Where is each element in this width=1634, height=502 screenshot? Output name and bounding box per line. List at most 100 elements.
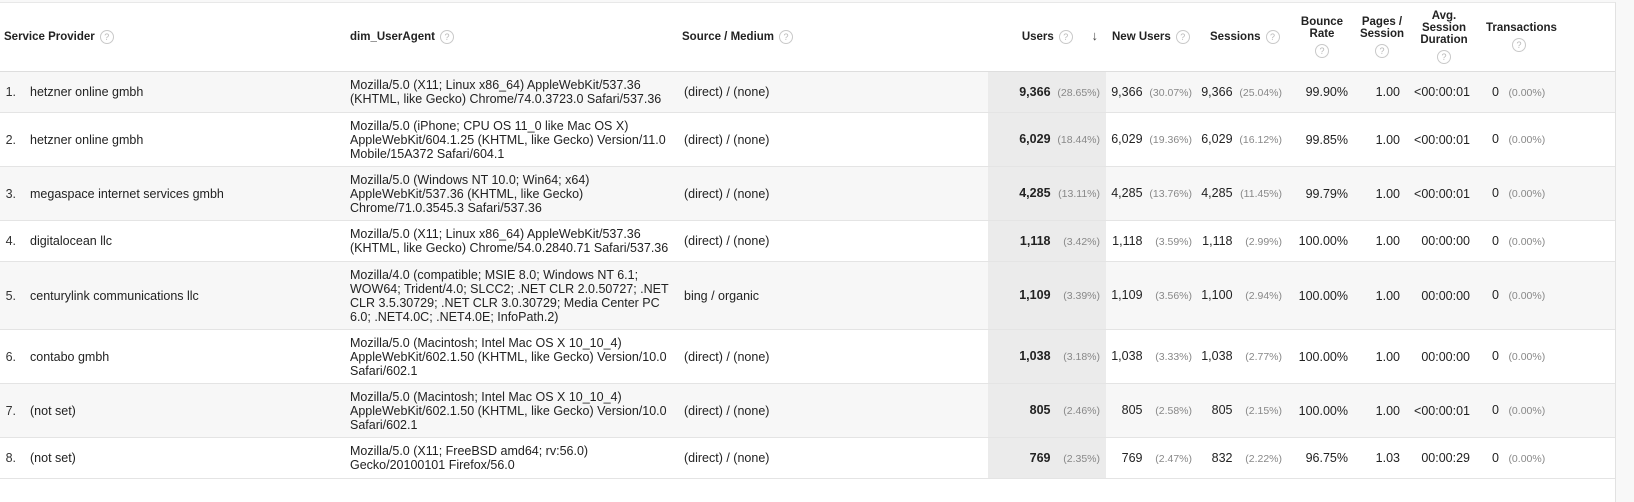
row-rank: 1. xyxy=(0,71,30,113)
source-medium-link[interactable]: bing / organic xyxy=(682,261,988,330)
transactions-percent: (0.00%) xyxy=(1508,134,1546,146)
new-users-value: 1,118 xyxy=(1112,233,1143,248)
sessions-cell: 9,366 (25.04%) xyxy=(1198,71,1288,113)
sort-descending-icon[interactable]: ↓ xyxy=(1076,29,1102,43)
header-users[interactable]: Users? ↓ xyxy=(988,3,1106,72)
header-bounce-rate[interactable]: Bounce Rate ? xyxy=(1288,3,1356,72)
source-medium-link[interactable]: (direct) / (none) xyxy=(682,166,988,221)
table-row: 4. digitalocean llc Mozilla/5.0 (X11; Li… xyxy=(0,220,1615,262)
header-source-medium[interactable]: Source / Medium? xyxy=(682,3,988,72)
user-agent-link[interactable]: Mozilla/5.0 (Windows NT 10.0; Win64; x64… xyxy=(350,166,682,221)
bounce-rate-value: 96.75% xyxy=(1288,437,1356,479)
pages-session-value: 1.00 xyxy=(1356,71,1408,113)
transactions-cell: 0 (0.00%) xyxy=(1480,71,1615,113)
user-agent-link[interactable]: Mozilla/5.0 (Macintosh; Intel Mac OS X 1… xyxy=(350,329,682,384)
transactions-cell: 0 (0.00%) xyxy=(1480,261,1615,330)
help-icon[interactable]: ? xyxy=(1175,30,1190,44)
table-header-row: Service Provider? dim_UserAgent? Source … xyxy=(0,3,1615,72)
transactions-value: 0 xyxy=(1492,233,1499,248)
new-users-percent: (2.58%) xyxy=(1155,405,1192,417)
header-user-agent[interactable]: dim_UserAgent? xyxy=(350,3,682,72)
help-icon[interactable]: ? xyxy=(779,30,794,44)
user-agent-link[interactable]: Mozilla/5.0 (X11; FreeBSD amd64; rv:56.0… xyxy=(350,437,682,479)
new-users-percent: (30.07%) xyxy=(1149,86,1192,99)
new-users-value: 1,038 xyxy=(1111,349,1143,363)
service-provider-link[interactable]: hetzner online gmbh xyxy=(30,71,350,113)
help-icon[interactable]: ? xyxy=(99,30,114,44)
table-row: 7. (not set) Mozilla/5.0 (Macintosh; Int… xyxy=(0,383,1615,438)
service-provider-link[interactable]: contabo gmbh xyxy=(30,329,350,384)
source-medium-link[interactable]: (direct) / (none) xyxy=(682,437,988,479)
user-agent-link[interactable]: Mozilla/5.0 (X11; Linux x86_64) AppleWeb… xyxy=(350,220,682,262)
users-cell: 9,366 (28.65%) xyxy=(988,71,1106,113)
users-cell: 4,285 (13.11%) xyxy=(988,166,1106,221)
help-icon[interactable]: ? xyxy=(1315,44,1329,58)
avg-duration-value: <00:00:01 xyxy=(1408,166,1480,221)
service-provider-link[interactable]: (not set) xyxy=(30,383,350,438)
avg-duration-value: <00:00:01 xyxy=(1408,383,1480,438)
users-cell: 805 (2.46%) xyxy=(988,383,1106,438)
sessions-value: 805 xyxy=(1211,403,1233,417)
transactions-percent: (0.00%) xyxy=(1508,351,1546,363)
sessions-value: 1,100 xyxy=(1201,288,1233,302)
user-agent-link[interactable]: Mozilla/5.0 (iPhone; CPU OS 11_0 like Ma… xyxy=(350,112,682,167)
source-medium-link[interactable]: (direct) / (none) xyxy=(682,383,988,438)
service-provider-link[interactable]: (not set) xyxy=(30,437,350,479)
avg-duration-value: <00:00:01 xyxy=(1408,71,1480,113)
source-medium-link[interactable]: (direct) / (none) xyxy=(682,71,988,113)
row-rank: 7. xyxy=(0,383,30,438)
service-provider-link[interactable]: megaspace internet services gmbh xyxy=(30,166,350,221)
sessions-cell: 1,038 (2.77%) xyxy=(1198,329,1288,384)
help-icon[interactable]: ? xyxy=(1058,30,1073,44)
bounce-rate-value: 100.00% xyxy=(1288,383,1356,438)
sessions-cell: 805 (2.15%) xyxy=(1198,383,1288,438)
service-provider-link[interactable]: centurylink communications llc xyxy=(30,261,350,330)
user-agent-link[interactable]: Mozilla/4.0 (compatible; MSIE 8.0; Windo… xyxy=(350,261,682,330)
users-cell: 1,038 (3.18%) xyxy=(988,329,1106,384)
header-avg-session-duration[interactable]: Avg. Session Duration ? xyxy=(1408,3,1480,72)
header-sessions[interactable]: Sessions? xyxy=(1198,3,1288,72)
table-row: 8. (not set) Mozilla/5.0 (X11; FreeBSD a… xyxy=(0,437,1615,479)
table-body: 1. hetzner online gmbh Mozilla/5.0 (X11;… xyxy=(0,71,1615,479)
new-users-cell: 805 (2.58%) xyxy=(1106,383,1198,438)
users-percent: (28.65%) xyxy=(1057,86,1100,99)
help-icon[interactable]: ? xyxy=(440,30,454,44)
sessions-cell: 4,285 (11.45%) xyxy=(1198,166,1288,221)
bounce-rate-value: 100.00% xyxy=(1288,261,1356,330)
user-agent-link[interactable]: Mozilla/5.0 (X11; Linux x86_64) AppleWeb… xyxy=(350,71,682,113)
sessions-value: 832 xyxy=(1211,450,1233,465)
bounce-rate-value: 99.85% xyxy=(1288,112,1356,167)
users-percent: (18.44%) xyxy=(1057,134,1100,146)
help-icon[interactable]: ? xyxy=(1265,30,1280,44)
service-provider-link[interactable]: hetzner online gmbh xyxy=(30,112,350,167)
header-label-line: Duration xyxy=(1420,34,1468,46)
sessions-cell: 1,100 (2.94%) xyxy=(1198,261,1288,330)
source-medium-link[interactable]: (direct) / (none) xyxy=(682,329,988,384)
header-new-users[interactable]: New Users? xyxy=(1106,3,1198,72)
new-users-cell: 4,285 (13.76%) xyxy=(1106,166,1198,221)
help-icon[interactable]: ? xyxy=(1437,50,1451,64)
help-icon[interactable]: ? xyxy=(1375,44,1389,58)
header-transactions[interactable]: Transactions ? xyxy=(1480,3,1615,72)
new-users-value: 4,285 xyxy=(1111,186,1143,200)
pages-session-value: 1.00 xyxy=(1356,112,1408,167)
source-medium-link[interactable]: (direct) / (none) xyxy=(682,112,988,167)
header-pages-session[interactable]: Pages / Session ? xyxy=(1356,3,1408,72)
new-users-value: 769 xyxy=(1121,450,1143,465)
header-service-provider[interactable]: Service Provider? xyxy=(0,3,350,72)
sessions-value: 4,285 xyxy=(1201,186,1233,200)
users-value: 4,285 xyxy=(1019,186,1051,200)
table-row: 5. centurylink communications llc Mozill… xyxy=(0,261,1615,330)
header-label-line: Pages / xyxy=(1361,16,1403,28)
service-provider-link[interactable]: digitalocean llc xyxy=(30,220,350,262)
source-medium-link[interactable]: (direct) / (none) xyxy=(682,220,988,262)
header-label: Sessions xyxy=(1210,31,1261,44)
user-agent-link[interactable]: Mozilla/5.0 (Macintosh; Intel Mac OS X 1… xyxy=(350,383,682,438)
sessions-cell: 6,029 (16.12%) xyxy=(1198,112,1288,167)
help-icon[interactable]: ? xyxy=(1512,38,1526,52)
sessions-percent: (11.45%) xyxy=(1240,188,1282,200)
transactions-value: 0 xyxy=(1492,186,1499,200)
header-label: Source / Medium xyxy=(682,31,775,44)
avg-duration-value: 00:00:00 xyxy=(1408,220,1480,262)
header-label: New Users xyxy=(1112,31,1171,44)
